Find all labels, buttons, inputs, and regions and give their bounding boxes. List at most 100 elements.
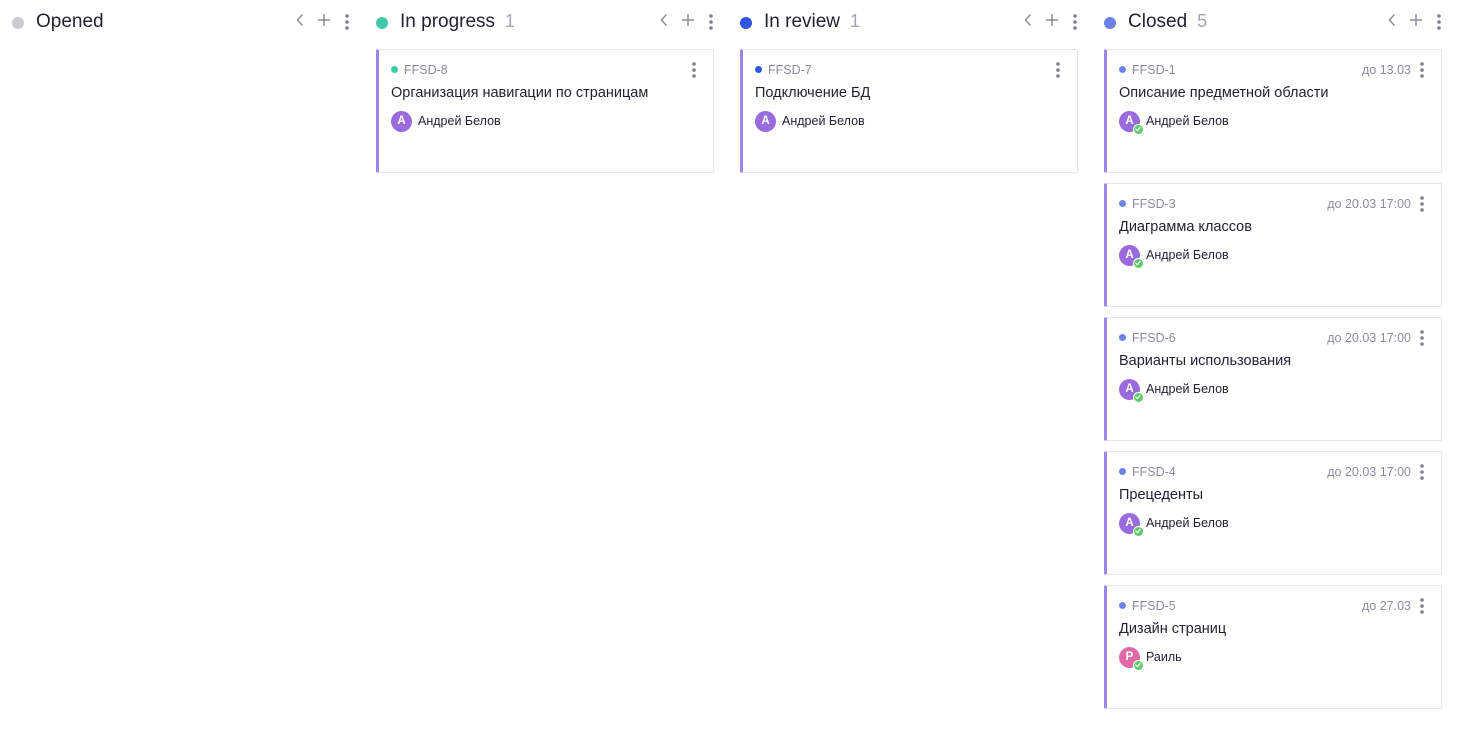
check-icon xyxy=(1133,659,1144,671)
task-id: FFSD-1 xyxy=(1119,63,1176,77)
column-title: Opened xyxy=(36,11,114,33)
task-menu-button[interactable] xyxy=(1420,598,1428,616)
task-status-dot xyxy=(1119,66,1126,73)
avatar: А xyxy=(391,110,412,132)
task-assignee[interactable]: А Андрей Белов xyxy=(1119,378,1229,403)
task-id: FFSD-4 xyxy=(1119,465,1176,479)
task-id-text: FFSD-1 xyxy=(1132,63,1176,77)
avatar: А xyxy=(1119,110,1144,135)
chevron-left-icon xyxy=(1388,14,1395,26)
chevron-left-icon xyxy=(296,14,303,26)
column-title: In progress 1 xyxy=(400,11,515,33)
task-status-dot xyxy=(1119,200,1126,207)
task-title: Варианты использования xyxy=(1119,353,1292,369)
task-due-date: до 13.03 xyxy=(1362,63,1411,77)
plus-icon xyxy=(1046,14,1058,26)
column-count: 1 xyxy=(850,11,861,31)
avatar-initial: А xyxy=(1125,249,1134,261)
task-menu-button[interactable] xyxy=(692,62,700,80)
more-vertical-icon xyxy=(1437,14,1441,30)
task-assignee[interactable]: А Андрей Белов xyxy=(391,110,501,132)
task-menu-button[interactable] xyxy=(1420,62,1428,80)
board-column: Closed 5 FFSD-1 до 13.03 Описание предметной… xyxy=(1104,0,1442,709)
task-assignee[interactable]: А Андрей Белов xyxy=(1119,512,1229,537)
collapse-column-button[interactable] xyxy=(655,11,673,33)
plus-icon xyxy=(1410,14,1422,26)
avatar-initial: А xyxy=(397,115,406,127)
task-card[interactable]: FFSD-4 до 20.03 17:00 Прецеденты А Андрей Бе… xyxy=(1104,451,1442,575)
collapse-column-button[interactable] xyxy=(1383,11,1401,33)
column-header: In progress 1 xyxy=(376,0,714,44)
check-icon xyxy=(1133,257,1144,269)
task-due-date: до 20.03 17:00 xyxy=(1327,197,1411,211)
check-icon xyxy=(1133,525,1144,537)
collapse-column-button[interactable] xyxy=(291,11,309,33)
task-assignee[interactable]: Р Раиль xyxy=(1119,646,1182,671)
column-status-dot xyxy=(740,17,752,29)
check-icon xyxy=(1133,123,1144,135)
task-card[interactable]: FFSD-8 Организация навигации по страницам… xyxy=(376,49,714,173)
task-card[interactable]: FFSD-3 до 20.03 17:00 Диаграмма классов А Ан… xyxy=(1104,183,1442,307)
more-vertical-icon xyxy=(1073,14,1077,30)
avatar-initial: А xyxy=(1125,517,1134,529)
task-assignee[interactable]: А Андрей Белов xyxy=(755,110,865,132)
column-count: 1 xyxy=(505,11,516,31)
more-vertical-icon xyxy=(1056,62,1060,78)
task-id-text: FFSD-6 xyxy=(1132,331,1176,345)
column-menu-button[interactable] xyxy=(1430,11,1448,33)
task-id-text: FFSD-7 xyxy=(768,63,812,77)
avatar-initial: А xyxy=(1125,383,1134,395)
task-id: FFSD-6 xyxy=(1119,331,1176,345)
avatar: А xyxy=(1119,244,1144,269)
task-menu-button[interactable] xyxy=(1420,464,1428,482)
add-card-button[interactable] xyxy=(1407,11,1425,33)
chevron-left-icon xyxy=(1024,14,1031,26)
column-menu-button[interactable] xyxy=(1066,11,1084,33)
add-card-button[interactable] xyxy=(679,11,697,33)
task-title: Описание предметной области xyxy=(1119,85,1329,101)
column-title: In review 1 xyxy=(764,11,860,33)
task-menu-button[interactable] xyxy=(1420,196,1428,214)
task-title: Диаграмма классов xyxy=(1119,219,1252,235)
column-count: 5 xyxy=(1197,11,1208,31)
task-menu-button[interactable] xyxy=(1420,330,1428,348)
task-assignee[interactable]: А Андрей Белов xyxy=(1119,110,1229,135)
chevron-left-icon xyxy=(660,14,667,26)
task-card[interactable]: FFSD-5 до 27.03 Дизайн страниц Р Раиль xyxy=(1104,585,1442,709)
collapse-column-button[interactable] xyxy=(1019,11,1037,33)
avatar: Р xyxy=(1119,646,1144,671)
add-card-button[interactable] xyxy=(315,11,333,33)
add-card-button[interactable] xyxy=(1043,11,1061,33)
plus-icon xyxy=(682,14,694,26)
task-card[interactable]: FFSD-7 Подключение БД А Андрей Белов xyxy=(740,49,1078,173)
column-title: Closed 5 xyxy=(1128,11,1207,33)
task-card[interactable]: FFSD-6 до 20.03 17:00 Варианты использован… xyxy=(1104,317,1442,441)
task-due-date: до 20.03 17:00 xyxy=(1327,331,1411,345)
assignee-name: Раиль xyxy=(1146,650,1182,664)
task-id: FFSD-5 xyxy=(1119,599,1176,613)
column-title-text: Closed xyxy=(1128,11,1188,32)
column-title-text: In progress xyxy=(400,11,496,32)
task-id-text: FFSD-4 xyxy=(1132,465,1176,479)
more-vertical-icon xyxy=(692,62,696,78)
task-status-dot xyxy=(755,66,762,73)
task-due-date: до 27.03 xyxy=(1362,599,1411,613)
task-status-dot xyxy=(1119,468,1126,475)
assignee-name: Андрей Белов xyxy=(1146,516,1229,530)
column-title-text: Opened xyxy=(36,11,104,32)
task-title: Дизайн страниц xyxy=(1119,621,1227,637)
column-header: Closed 5 xyxy=(1104,0,1442,44)
task-assignee[interactable]: А Андрей Белов xyxy=(1119,244,1229,269)
avatar: А xyxy=(1119,378,1144,403)
board-column: In progress 1 FFSD-8 Организация навигации … xyxy=(376,0,714,173)
more-vertical-icon xyxy=(1420,62,1424,78)
assignee-name: Андрей Белов xyxy=(1146,114,1229,128)
column-status-dot xyxy=(12,17,24,29)
task-card[interactable]: FFSD-1 до 13.03 Описание предметной област… xyxy=(1104,49,1442,173)
task-id-text: FFSD-3 xyxy=(1132,197,1176,211)
column-menu-button[interactable] xyxy=(702,11,720,33)
more-vertical-icon xyxy=(345,14,349,30)
column-menu-button[interactable] xyxy=(338,11,356,33)
task-menu-button[interactable] xyxy=(1056,62,1064,80)
task-title: Подключение БД xyxy=(755,85,871,101)
